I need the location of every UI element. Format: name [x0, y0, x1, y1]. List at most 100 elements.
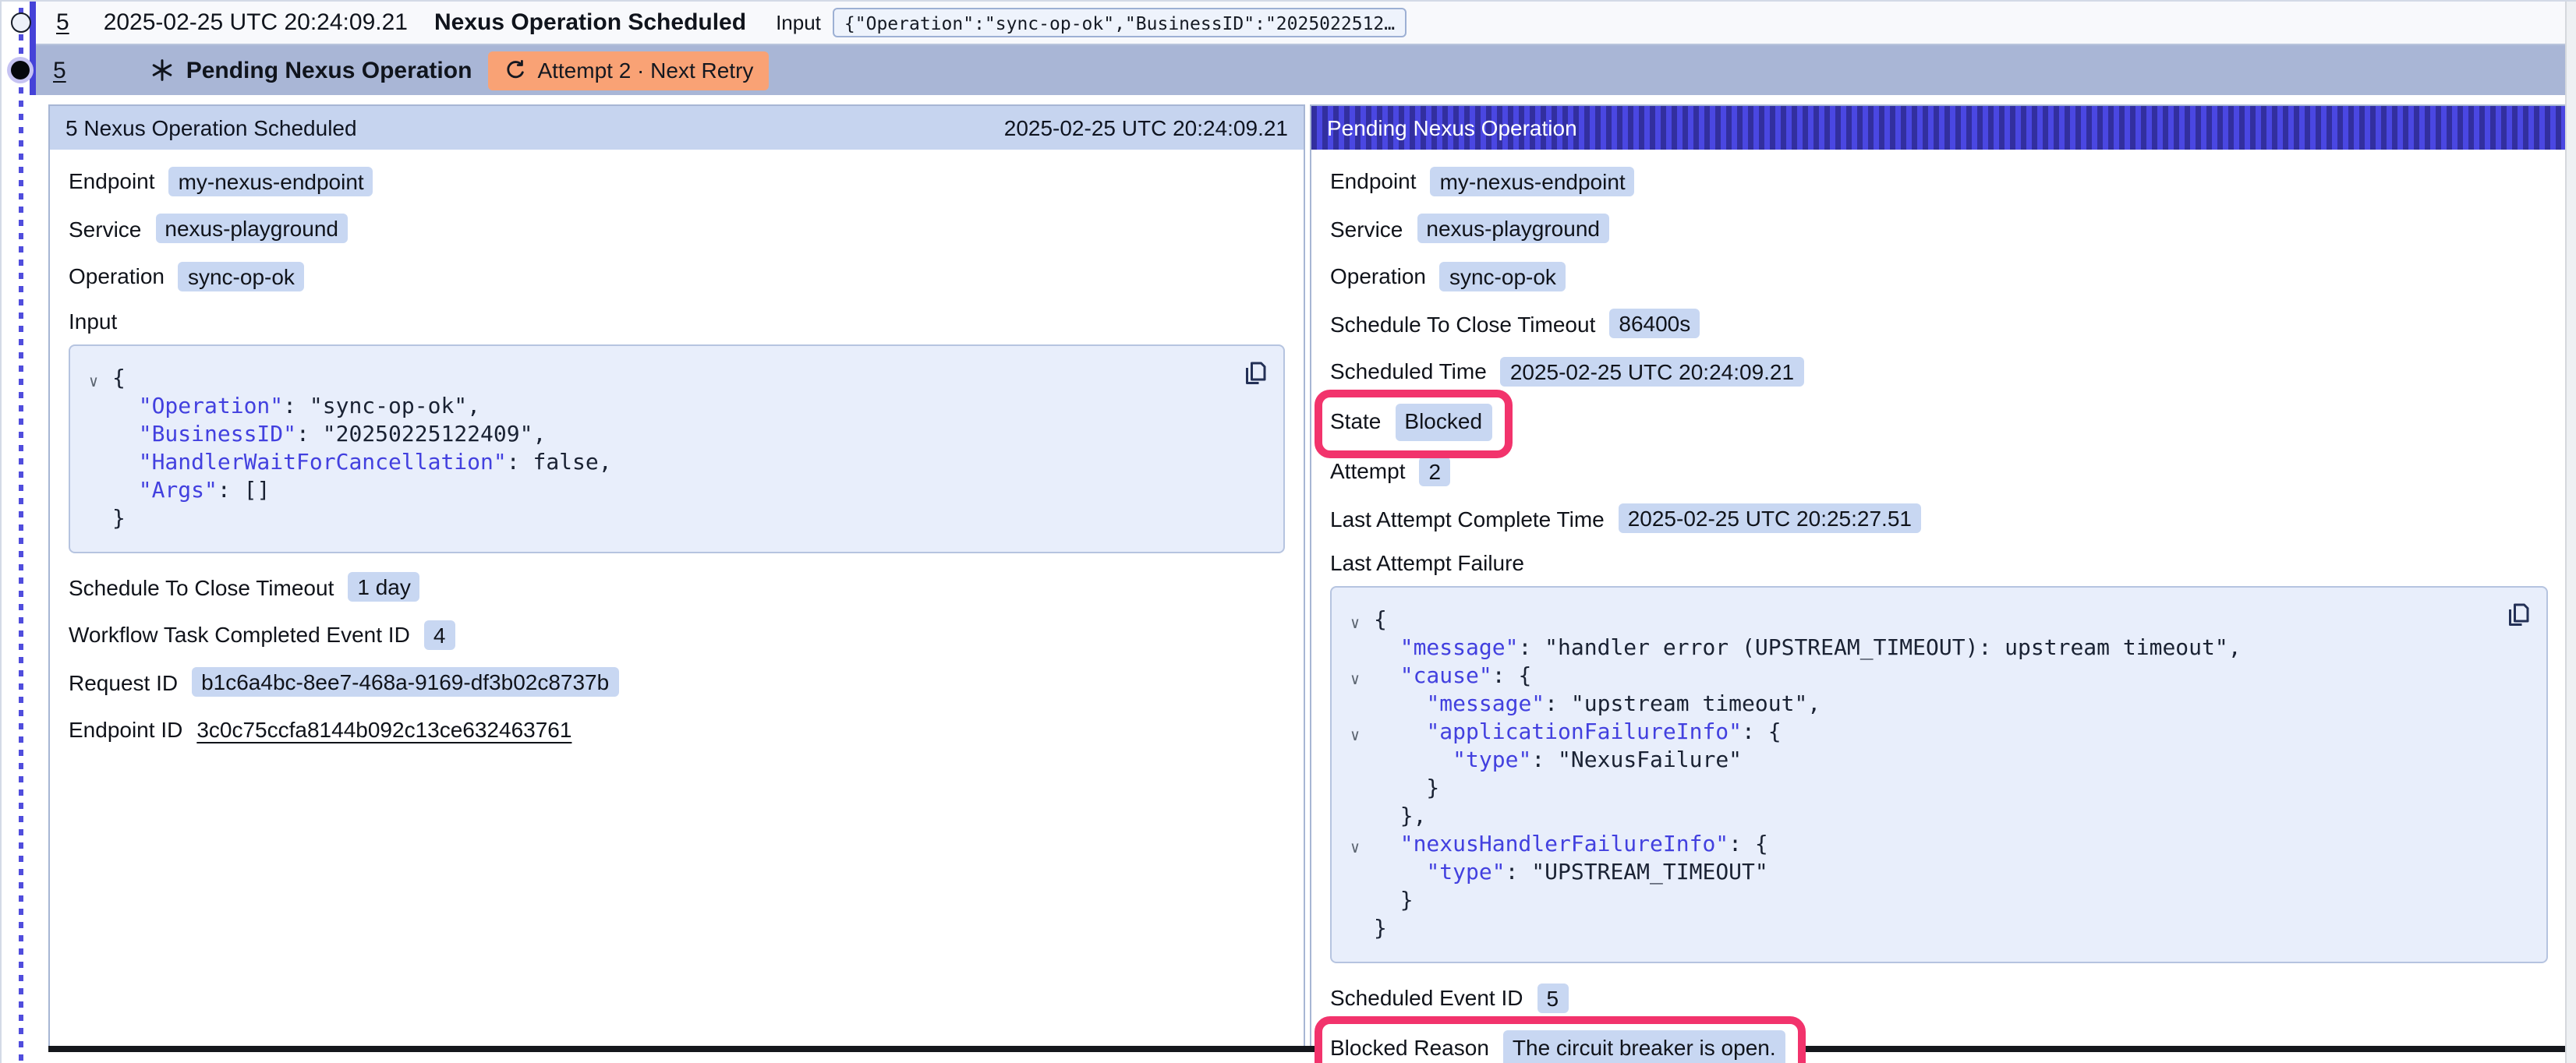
failure-json-viewer: ∨{ "message": "handler error (UPSTREAM_T… [1330, 586, 2548, 963]
fold-gutter [1350, 807, 1374, 835]
field-row: Scheduled Time 2025-02-25 UTC 20:24:09.21 [1330, 355, 2548, 388]
retry-icon [503, 58, 526, 82]
event-input-preview-chip[interactable]: {"Operation":"sync-op-ok","BusinessID":"… [833, 8, 1406, 37]
highlighted-field: Blocked ReasonThe circuit breaker is ope… [1330, 1029, 1785, 1063]
code-text: "nexusHandlerFailureInfo": { [1374, 831, 1768, 859]
pending-event-title: Pending Nexus Operation [186, 57, 472, 83]
fold-gutter [1350, 639, 1374, 667]
field-label: Service [69, 216, 141, 241]
code-line: "message": "upstream timeout", [1350, 690, 2528, 719]
fold-toggle-icon[interactable]: ∨ [1350, 667, 1374, 695]
code-line: "HandlerWaitForCancellation": false, [89, 448, 1265, 476]
scrollbar-gutter[interactable] [2565, 2, 2576, 1063]
code-text: } [112, 504, 126, 532]
field-value-badge: nexus-playground [1417, 214, 1609, 243]
field-value-badge: sync-op-ok [1440, 261, 1566, 291]
code-text: } [1374, 775, 1439, 803]
field-label: Endpoint ID [69, 717, 182, 742]
fold-gutter [1350, 751, 1374, 779]
field-value-badge: 2 [1420, 456, 1451, 486]
field-label: Workflow Task Completed Event ID [69, 622, 410, 647]
code-line: ∨ "applicationFailureInfo": { [1350, 719, 2528, 747]
code-text: "type": "NexusFailure" [1374, 747, 1742, 775]
field-value-badge: 2025-02-25 UTC 20:25:27.51 [1619, 503, 1921, 533]
code-text: "BusinessID": "20250225122409", [112, 420, 546, 448]
field-row: Request ID b1c6a4bc-8ee7-468a-9169-df3b02… [69, 666, 1285, 699]
event-detail-fields: Endpoint my-nexus-endpoint Service nexus-pl… [69, 165, 1285, 293]
event-row-pending-nexus-operation[interactable]: 5 Pending Nexus Operation Attempt 2 · Ne… [36, 45, 2568, 95]
code-text: { [112, 364, 126, 392]
pending-operation-panel: Pending Nexus Operation Endpointmy-nexus… [1310, 104, 2568, 1046]
highlighted-field: State Blocked [1330, 403, 1491, 440]
copy-button[interactable] [1241, 358, 1269, 386]
field-row: Workflow Task Completed Event ID4 [69, 619, 1285, 652]
pending-event-id-link[interactable]: 5 [53, 57, 66, 83]
fold-gutter [89, 397, 112, 425]
field-row: Operation sync-op-ok [1330, 260, 2548, 293]
field-label: Scheduled Time [1330, 358, 1487, 383]
pending-asterisk-icon [152, 59, 174, 81]
code-line: ∨ "cause": { [1350, 662, 2528, 690]
code-line: ∨ "nexusHandlerFailureInfo": { [1350, 831, 2528, 859]
field-label: State [1330, 405, 1381, 438]
field-value-link[interactable]: 3c0c75ccfa8144b092c13ce632463761 [196, 717, 571, 742]
fold-gutter [89, 453, 112, 481]
field-value-badge: nexus-playground [155, 214, 348, 243]
fold-toggle-icon[interactable]: ∨ [89, 369, 112, 397]
event-input-label: Input [776, 11, 821, 34]
field-label: Service [1330, 216, 1403, 241]
code-text: "Operation": "sync-op-ok", [112, 392, 480, 420]
code-line: "Operation": "sync-op-ok", [89, 392, 1265, 420]
fold-gutter [1350, 779, 1374, 807]
attempt-retry-badge-label: Attempt 2 · Next Retry [537, 58, 753, 83]
code-text: "Args": [] [112, 476, 270, 504]
field-row: Schedule To Close Timeout1 day [69, 571, 1285, 604]
code-line: "message": "handler error (UPSTREAM_TIME… [1350, 634, 2528, 662]
fold-gutter [1350, 920, 1374, 948]
field-label: Endpoint [69, 168, 155, 193]
code-text: "message": "handler error (UPSTREAM_TIME… [1374, 634, 2242, 662]
field-label: Scheduled Event ID [1330, 985, 1523, 1010]
field-value-badge: Blocked [1395, 403, 1491, 440]
field-row: Operationsync-op-ok [69, 260, 1285, 293]
fold-toggle-icon[interactable]: ∨ [1350, 723, 1374, 751]
field-row: Endpoint my-nexus-endpoint [69, 165, 1285, 198]
event-row-nexus-scheduled[interactable]: 5 2025-02-25 UTC 20:24:09.21 Nexus Opera… [36, 2, 2568, 45]
timeline-rail [19, 8, 23, 1063]
field-label: Schedule To Close Timeout [69, 574, 334, 599]
pending-operation-panel-header: Pending Nexus Operation [1311, 106, 2567, 150]
fold-toggle-icon[interactable]: ∨ [1350, 835, 1374, 863]
field-value-badge: b1c6a4bc-8ee7-468a-9169-df3b02c8737b [192, 667, 618, 697]
field-row: Last Attempt Complete Time 2025-02-25 UTC… [1330, 503, 2548, 535]
field-value-badge: sync-op-ok [179, 261, 304, 291]
fold-gutter [89, 425, 112, 453]
code-text: { [1374, 606, 1387, 634]
code-line: "Args": [] [89, 476, 1265, 504]
field-row: Attempt 2 [1330, 455, 2548, 488]
field-label: Request ID [69, 669, 178, 694]
fold-toggle-icon[interactable]: ∨ [1350, 611, 1374, 639]
event-id-link[interactable]: 5 [56, 9, 69, 36]
field-label: Attempt [1330, 458, 1406, 483]
field-row: Schedule To Close Timeout86400s [1330, 308, 2548, 341]
field-value-badge: 2025-02-25 UTC 20:24:09.21 [1501, 356, 1803, 386]
field-label: Last Attempt Complete Time [1330, 506, 1605, 531]
event-detail-panel: 5 Nexus Operation Scheduled 2025-02-25 U… [48, 104, 1305, 1046]
field-row: Endpointmy-nexus-endpoint [1330, 165, 2548, 198]
field-row: Endpoint ID 3c0c75ccfa8144b092c13ce632463… [69, 714, 1285, 747]
copy-button[interactable] [2504, 600, 2532, 628]
event-marker-open-icon[interactable] [11, 12, 31, 33]
field-row: Service nexus-playground [69, 213, 1285, 245]
code-line: "BusinessID": "20250225122409", [89, 420, 1265, 448]
field-value-badge: 5 [1537, 983, 1569, 1012]
field-value-badge: my-nexus-endpoint [169, 166, 373, 196]
code-text: }, [1374, 803, 1426, 831]
event-title: Nexus Operation Scheduled [434, 9, 746, 36]
fold-gutter [1350, 695, 1374, 723]
code-text: } [1374, 887, 1414, 915]
code-line: ∨{ [1350, 606, 2528, 634]
field-label: Operation [1330, 263, 1426, 288]
event-detail-fields-bottom: Schedule To Close Timeout1 day Workflow T… [69, 571, 1285, 747]
event-marker-filled-icon[interactable] [11, 61, 30, 79]
field-label: Blocked Reason [1330, 1032, 1489, 1063]
